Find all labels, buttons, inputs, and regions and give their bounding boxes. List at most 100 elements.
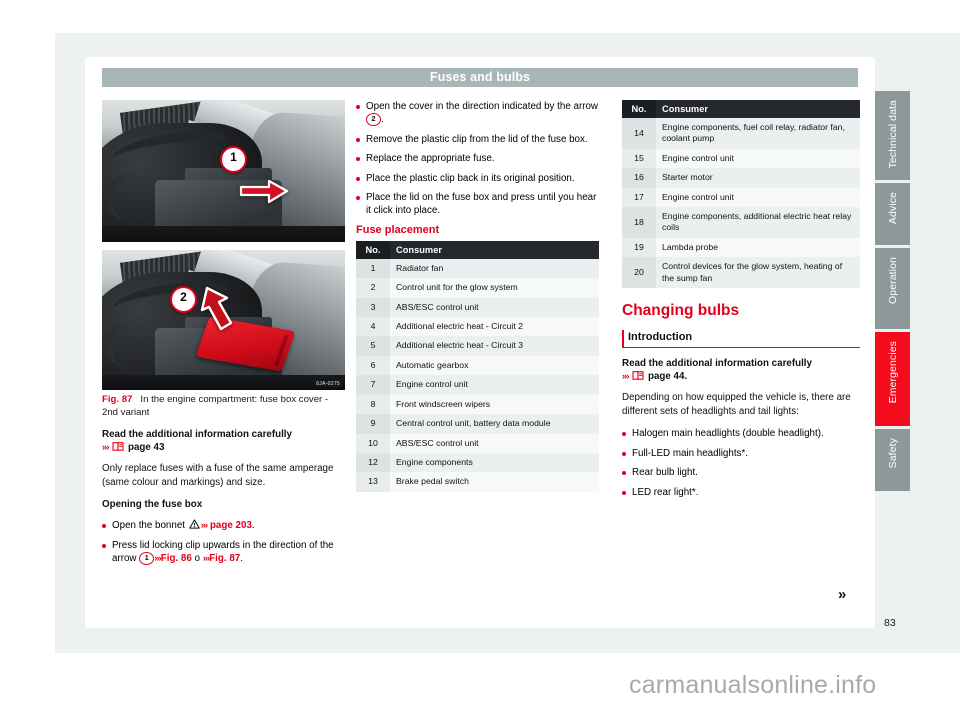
cell-consumer: Engine control unit — [390, 375, 599, 395]
cell-no: 5 — [356, 336, 390, 356]
right-read-heading: Read the additional information carefull… — [622, 358, 812, 383]
sidebar-tab-technical-data[interactable]: Technical data — [875, 91, 910, 180]
table-row: 19 Lambda probe — [622, 237, 860, 258]
cell-consumer: Control unit for the glow system — [390, 278, 599, 298]
cell-consumer: Engine components, fuel coil relay, radi… — [656, 118, 860, 149]
engine-bay-photo-1: 1 — [102, 100, 345, 242]
cell-no: 14 — [622, 118, 656, 149]
sidebar-tab-advice[interactable]: Advice — [875, 183, 910, 245]
table-row: 16 Starter motor — [622, 168, 860, 188]
list-item: Place the plastic clip back in its origi… — [356, 172, 599, 185]
cell-no: 2 — [356, 278, 390, 298]
table-row: 9 Central control unit, battery data modu… — [356, 414, 599, 434]
cell-no: 15 — [622, 148, 656, 169]
table-header-row: No. Consumer — [622, 100, 860, 118]
sidebar-tab-label: Safety — [886, 438, 899, 469]
list-item: Press lid locking clip upwards in the di… — [102, 539, 345, 566]
figure-label: Fig. 87 — [102, 394, 133, 405]
cell-no: 18 — [622, 207, 656, 238]
table-row: 20 Control devices for the glow system, h… — [622, 257, 860, 289]
direction-arrow-icon-1 — [239, 179, 289, 204]
table-row: 12 Engine components — [356, 452, 599, 473]
figure-caption: Fig. 87 In the engine compartment: fuse … — [102, 394, 345, 419]
list-item: Full-LED main headlights*. — [622, 447, 860, 460]
engine-bay-photo-2: 2 6JA-0275 — [102, 250, 345, 390]
table-row: 2 Control unit for the glow system — [356, 278, 599, 298]
list-item: Open the cover in the direction indicate… — [356, 100, 599, 127]
circle-ref-2: 2 — [366, 113, 381, 127]
chevron-icon: ››› — [622, 371, 629, 383]
list-item: Remove the plastic clip from the lid of … — [356, 133, 599, 146]
opening-fuse-box-heading: Opening the fuse box — [102, 499, 203, 511]
column-right: No. Consumer 14 Engine components, fuel c… — [622, 100, 860, 505]
cell-no: 6 — [356, 355, 390, 376]
callout-2: 2 — [170, 286, 197, 313]
table-row: 10 ABS/ESC control unit — [356, 433, 599, 453]
cell-no: 19 — [622, 237, 656, 258]
cell-consumer: Engine components — [390, 452, 599, 473]
cell-consumer: Central control unit, battery data modul… — [390, 414, 599, 434]
cell-no: 17 — [622, 187, 656, 208]
cell-no: 20 — [622, 257, 656, 289]
page-link[interactable]: page 203 — [210, 520, 252, 531]
left-read-heading: Read the additional information carefull… — [102, 429, 292, 454]
cell-no: 4 — [356, 317, 390, 337]
cell-consumer: Engine control unit — [656, 148, 860, 169]
sidebar-tab-emergencies[interactable]: Emergencies — [875, 332, 910, 426]
list-item: Place the lid on the fuse box and press … — [356, 191, 599, 218]
direction-arrow-icon-2 — [200, 286, 233, 331]
cell-no: 9 — [356, 414, 390, 434]
list-item: Open the bonnet ››› page 203. — [102, 519, 345, 532]
col-header-no: No. — [622, 100, 656, 118]
photo-code: 6JA-0275 — [314, 381, 342, 387]
watermark: carmanualsonline.info — [629, 671, 877, 699]
cell-consumer: Engine control unit — [656, 187, 860, 208]
column-middle: Open the cover in the direction indicate… — [356, 100, 599, 492]
table-row: 18 Engine components, additional electric… — [622, 207, 860, 238]
warning-triangle-icon — [188, 519, 200, 530]
figure-link-86[interactable]: Fig. 86 — [161, 553, 192, 564]
cell-no: 10 — [356, 433, 390, 453]
page-number: 83 — [884, 617, 896, 629]
continue-arrow: » — [838, 586, 847, 603]
page-title: Fuses and bulbs — [429, 70, 531, 84]
col-header-consumer: Consumer — [390, 240, 599, 259]
cell-consumer: Engine components, additional electric h… — [656, 207, 860, 238]
list-item: LED rear light*. — [622, 486, 860, 499]
fuse-placement-heading: Fuse placement — [356, 223, 440, 236]
cell-consumer: Front windscreen wipers — [390, 394, 599, 415]
figure-link-87[interactable]: Fig. 87 — [209, 553, 240, 564]
table-row: 13 Brake pedal switch — [356, 472, 599, 492]
sidebar-tab-safety[interactable]: Safety — [875, 429, 910, 491]
table-row: 14 Engine components, fuel coil relay, ra… — [622, 118, 860, 149]
section-tabs: Technical data Advice Operation Emergencies… — [875, 91, 910, 494]
table-row: 3 ABS/ESC control unit — [356, 297, 599, 318]
left-read-page: page 43 — [127, 442, 165, 454]
sidebar-tab-operation[interactable]: Operation — [875, 248, 910, 329]
list-item: Replace the appropriate fuse. — [356, 152, 599, 165]
sidebar-tab-label: Operation — [886, 257, 899, 305]
introduction-subheading: Introduction — [622, 330, 860, 349]
right-paragraph: Depending on how equipped the vehicle is… — [622, 392, 851, 417]
pdf-viewer: Fuses and bulbs 1 2 6JA-0275 Fig. 87 In … — [0, 0, 960, 708]
page-reference-icon — [632, 371, 644, 380]
sidebar-tab-label: Emergencies — [886, 341, 899, 404]
middle-bullet-list: Open the cover in the direction indicate… — [356, 100, 599, 218]
cell-consumer: Brake pedal switch — [390, 472, 599, 492]
chevron-icon: ››› — [102, 442, 109, 454]
table-header-row: No. Consumer — [356, 240, 599, 259]
cell-consumer: ABS/ESC control unit — [390, 297, 599, 318]
cell-no: 3 — [356, 297, 390, 318]
table-row: 15 Engine control unit — [622, 148, 860, 169]
fuse-table-middle: No. Consumer 1 Radiator fan 2 Control unit … — [356, 240, 599, 492]
left-paragraph: Only replace fuses with a fuse of the sa… — [102, 463, 334, 488]
table-row: 1 Radiator fan — [356, 258, 599, 279]
fuse-table-right: No. Consumer 14 Engine components, fuel c… — [622, 100, 860, 289]
callout-1: 1 — [220, 146, 247, 173]
changing-bulbs-heading: Changing bulbs — [622, 302, 740, 320]
table-row: 4 Additional electric heat - Circuit 2 — [356, 317, 599, 337]
right-read-page: page 44. — [647, 371, 688, 383]
cell-consumer: Radiator fan — [390, 258, 599, 279]
circle-ref-1: 1 — [139, 552, 155, 566]
column-left: 1 2 6JA-0275 Fig. 87 In the engine compa… — [102, 100, 345, 572]
